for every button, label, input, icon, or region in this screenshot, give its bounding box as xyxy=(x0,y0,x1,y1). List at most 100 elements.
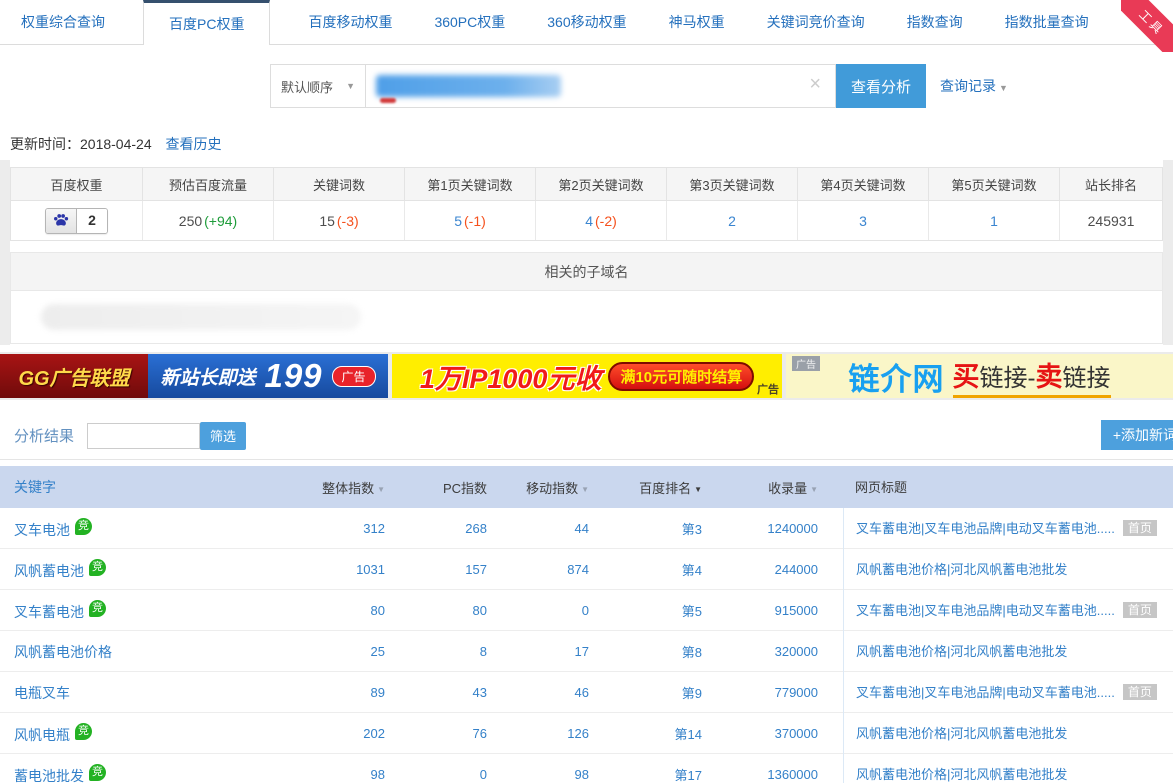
indexed-count-value: 1240000 xyxy=(702,521,818,536)
page-title-link[interactable]: 风帆蓄电池价格|河北风帆蓄电池批发 xyxy=(856,644,1067,659)
col-header-pc-index: PC指数 xyxy=(385,478,487,497)
baidu-rank-value: 第17 xyxy=(589,765,702,783)
col-header-indexed-count[interactable]: 收录量▼ xyxy=(702,478,818,497)
baidu-weight-badge[interactable]: 2 xyxy=(45,208,108,234)
sort-desc-icon[interactable]: ▼ xyxy=(377,485,385,494)
ad-banner-gg-alliance[interactable]: GG广告联盟 新站长即送 199 广告 xyxy=(0,354,388,398)
col-header-overall-index[interactable]: 整体指数▼ xyxy=(300,478,385,497)
indexed-count-value: 320000 xyxy=(702,644,818,659)
domain-query-input[interactable]: × xyxy=(366,64,836,108)
keyword-link[interactable]: 蓄电池批发 xyxy=(14,768,84,783)
stats-value-row: 2 250 (+94) 15 (-3) 5 (-1) 4 (-2) 2 xyxy=(11,201,1162,240)
stats-header-baidu-weight: 百度权重 xyxy=(11,168,142,201)
view-history-link[interactable]: 查看历史 xyxy=(166,136,222,152)
page2-count-value[interactable]: 4 xyxy=(585,213,593,229)
page-title-cell: 风帆蓄电池价格|河北风帆蓄电池批发 xyxy=(843,549,1173,590)
baidu-paw-icon xyxy=(46,209,77,233)
page3-count-value[interactable]: 2 xyxy=(728,213,736,229)
right-gutter xyxy=(1163,160,1173,345)
query-history-label: 查询记录 xyxy=(940,78,996,94)
indexed-count-value: 779000 xyxy=(702,685,818,700)
keyword-link[interactable]: 叉车电池 xyxy=(14,522,70,538)
subdomain-panel: 相关的子域名 xyxy=(10,252,1163,344)
keyword-link[interactable]: 风帆蓄电池 xyxy=(14,563,84,579)
keyword-cell: 蓄电池批发竞 xyxy=(0,764,300,783)
query-history-link[interactable]: 查询记录▼ xyxy=(940,64,1008,108)
ad3-link2: 链接 xyxy=(1063,365,1111,392)
mobile-index-value: 17 xyxy=(487,644,589,659)
overall-index-value: 80 xyxy=(300,603,385,618)
pc-index-value: 268 xyxy=(385,521,487,536)
clear-input-icon[interactable]: × xyxy=(809,73,821,96)
chevron-down-icon: ▼ xyxy=(346,81,355,91)
stats-header-page2: 第2页关键词数 xyxy=(535,168,666,201)
pc-index-value: 8 xyxy=(385,644,487,659)
spellcheck-underline xyxy=(380,98,396,103)
update-time-row: 更新时间：2018-04-24 查看历史 xyxy=(10,134,222,154)
ad3-buy: 买 xyxy=(953,362,980,392)
page-title-link[interactable]: 叉车蓄电池|叉车电池品牌|电动叉车蓄电池..... xyxy=(856,603,1115,618)
mobile-index-value: 46 xyxy=(487,685,589,700)
col-header-baidu-rank[interactable]: 百度排名▼ xyxy=(589,478,702,497)
tab-baidu-mobile-weight[interactable]: 百度移动权重 xyxy=(306,0,394,44)
col-header-mobile-index[interactable]: 移动指数▼ xyxy=(487,478,589,497)
webmaster-rank-cell: 245931 xyxy=(1059,201,1162,240)
blurred-subdomain[interactable] xyxy=(41,304,361,330)
page4-count-value[interactable]: 3 xyxy=(859,213,867,229)
pc-index-value: 76 xyxy=(385,726,487,741)
est-traffic-delta: (+94) xyxy=(204,213,237,229)
tab-baidu-pc-weight[interactable]: 百度PC权重 xyxy=(143,0,270,45)
corner-ribbon-wrap: 工具 xyxy=(1121,0,1173,52)
ad1-brand-area: GG广告联盟 xyxy=(0,354,148,398)
tab-index-batch-query[interactable]: 指数批量查询 xyxy=(1003,0,1091,44)
tools-ribbon[interactable]: 工具 xyxy=(1121,0,1173,52)
analyze-button[interactable]: 查看分析 xyxy=(836,64,926,108)
tab-index-query[interactable]: 指数查询 xyxy=(905,0,965,44)
bid-badge-icon: 竞 xyxy=(75,723,92,740)
keyword-count-delta: (-3) xyxy=(337,213,359,229)
chevron-down-icon: ▼ xyxy=(999,83,1008,93)
ad2-pill: 满10元可随时结算 xyxy=(608,362,754,391)
page-title-link[interactable]: 叉车蓄电池|叉车电池品牌|电动叉车蓄电池..... xyxy=(856,685,1115,700)
table-row: 叉车蓄电池竞 80 80 0 第5 915000 叉车蓄电池|叉车电池品牌|电动… xyxy=(0,590,1173,631)
filter-button[interactable]: 筛选 xyxy=(200,422,246,450)
page-title-link[interactable]: 风帆蓄电池价格|河北风帆蓄电池批发 xyxy=(856,562,1067,577)
filter-input[interactable] xyxy=(87,423,200,449)
homepage-badge: 首页 xyxy=(1123,520,1157,536)
sort-desc-active-icon[interactable]: ▼ xyxy=(694,485,702,494)
tab-weight-combined[interactable]: 权重综合查询 xyxy=(19,0,107,44)
analysis-filter-row: 分析结果 筛选 +添加新词 xyxy=(0,412,1173,460)
add-new-keyword-button[interactable]: +添加新词 xyxy=(1101,420,1173,450)
keyword-count-cell: 15 (-3) xyxy=(273,201,404,240)
bid-badge-icon: 竞 xyxy=(89,600,106,617)
table-row: 电瓶叉车 89 43 46 第9 779000 叉车蓄电池|叉车电池品牌|电动叉… xyxy=(0,672,1173,713)
top-tab-bar: 权重综合查询 百度PC权重 百度移动权重 360PC权重 360移动权重 神马权… xyxy=(0,0,1173,45)
sort-desc-icon[interactable]: ▼ xyxy=(581,485,589,494)
page-title-link[interactable]: 叉车蓄电池|叉车电池品牌|电动叉车蓄电池..... xyxy=(856,521,1115,536)
order-select[interactable]: 默认顺序 ▼ xyxy=(270,64,366,108)
page-title-link[interactable]: 风帆蓄电池价格|河北风帆蓄电池批发 xyxy=(856,726,1067,741)
keyword-cell: 叉车电池竞 xyxy=(0,518,300,540)
col-header-keyword: 关键字 xyxy=(0,477,300,497)
tab-360-mobile-weight[interactable]: 360移动权重 xyxy=(545,0,628,44)
page5-count-value[interactable]: 1 xyxy=(990,213,998,229)
page-title-link[interactable]: 风帆蓄电池价格|河北风帆蓄电池批发 xyxy=(856,767,1067,782)
tab-keyword-bid-query[interactable]: 关键词竞价查询 xyxy=(765,0,867,44)
keyword-link[interactable]: 风帆蓄电池价格 xyxy=(14,644,112,660)
tab-shenma-weight[interactable]: 神马权重 xyxy=(667,0,727,44)
ad-banner-ip-buy[interactable]: 1万IP1000元收 满10元可随时结算 广告 xyxy=(392,354,782,398)
baidu-rank-value: 第5 xyxy=(589,601,702,620)
keyword-table-header: 关键字 整体指数▼ PC指数 移动指数▼ 百度排名▼ 收录量▼ 网页标题 xyxy=(0,466,1173,508)
keyword-link[interactable]: 风帆电瓶 xyxy=(14,727,70,743)
page1-count-value[interactable]: 5 xyxy=(454,213,462,229)
baidu-weight-query-page: 权重综合查询 百度PC权重 百度移动权重 360PC权重 360移动权重 神马权… xyxy=(0,0,1173,783)
stats-header-row: 百度权重 预估百度流量 关键词数 第1页关键词数 第2页关键词数 第3页关键词数… xyxy=(11,168,1162,201)
sort-desc-icon[interactable]: ▼ xyxy=(810,485,818,494)
ad-banner-lianjie[interactable]: 广告 链介网 买链接-卖链接 xyxy=(786,354,1173,398)
tab-360-pc-weight[interactable]: 360PC权重 xyxy=(432,0,507,44)
keyword-link[interactable]: 叉车蓄电池 xyxy=(14,604,84,620)
ad-banner-row: GG广告联盟 新站长即送 199 广告 1万IP1000元收 满10元可随时结算… xyxy=(0,352,1173,400)
ad3-phrase: 买链接-卖链接 xyxy=(953,355,1111,398)
ad1-ad-tag: 广告 xyxy=(332,366,376,387)
keyword-link[interactable]: 电瓶叉车 xyxy=(14,685,70,701)
